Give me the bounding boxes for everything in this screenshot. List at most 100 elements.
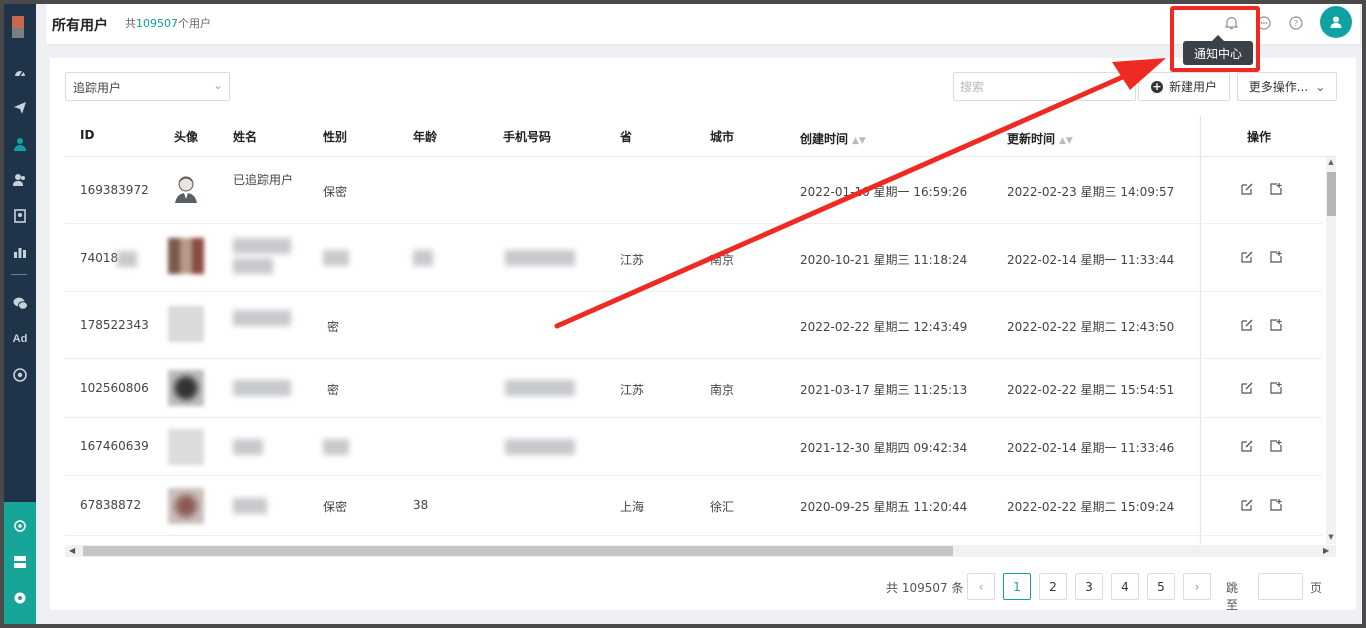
- sidebar-divider: [11, 274, 27, 275]
- avatar: [168, 306, 204, 342]
- add-to-group-icon[interactable]: [1269, 250, 1283, 267]
- next-page-button[interactable]: ›: [1183, 573, 1211, 600]
- chart-icon[interactable]: [4, 240, 36, 264]
- cell-updated: 2022-02-23 星期三 14:09:57: [1007, 185, 1175, 199]
- redacted-text: [117, 251, 137, 267]
- vertical-scrollbar[interactable]: ▲ ▼: [1326, 157, 1336, 544]
- edit-icon[interactable]: [1240, 250, 1254, 267]
- chevron-down-icon: ⌄: [1315, 79, 1326, 94]
- scroll-right-icon[interactable]: ▶: [1323, 546, 1329, 555]
- cell-id: 167460639: [80, 439, 149, 453]
- scroll-down-icon[interactable]: ▼: [1326, 533, 1336, 541]
- redacted-gender: [323, 250, 349, 266]
- col-header-age: 年龄: [413, 130, 438, 144]
- sidebar: Ad: [4, 4, 36, 624]
- col-header-province: 省: [620, 130, 633, 144]
- table-row[interactable]: 102560806 密 江苏 南京 2021-03-17 星期三 11:25:1…: [65, 359, 1322, 418]
- settings-icon[interactable]: [4, 586, 36, 610]
- redacted-name: [233, 258, 273, 274]
- table-row[interactable]: 167460639 2021-12-30 星期四 09:42:34 2022-0…: [65, 418, 1322, 476]
- col-header-name: 姓名: [233, 130, 258, 144]
- page-button[interactable]: 5: [1147, 573, 1175, 600]
- scroll-left-icon[interactable]: ◀: [69, 546, 75, 555]
- edit-icon[interactable]: [1240, 439, 1254, 456]
- page-button[interactable]: 2: [1039, 573, 1067, 600]
- cell-id: 178522343: [80, 318, 149, 332]
- add-to-group-icon[interactable]: [1269, 182, 1283, 199]
- table-row[interactable]: 67838872 保密 38 上海 徐汇 2020-09-25 星期五 11:2…: [65, 476, 1322, 536]
- add-to-group-icon[interactable]: [1269, 498, 1283, 515]
- table-row[interactable]: 169383972 已追踪用户 保密 2022-01-10 星期一 16:59:…: [65, 157, 1322, 224]
- redacted-phone: [505, 439, 575, 455]
- cell-id: 102560806: [80, 381, 149, 395]
- search-input[interactable]: [953, 72, 1136, 101]
- send-icon[interactable]: [4, 96, 36, 120]
- cell-created: 2022-02-22 星期二 12:43:49: [800, 320, 968, 334]
- cell-gender: 密: [327, 320, 340, 334]
- cell-name: 已追踪用户: [233, 173, 294, 187]
- dashboard-icon[interactable]: [4, 60, 36, 84]
- prev-page-button[interactable]: ‹: [967, 573, 995, 600]
- redacted-gender: [323, 439, 349, 455]
- user-icon[interactable]: [4, 132, 36, 156]
- scroll-up-icon[interactable]: ▲: [1326, 158, 1336, 166]
- jump-page-input[interactable]: [1258, 573, 1303, 600]
- cell-city: 徐汇: [710, 500, 735, 514]
- avatar: [168, 488, 204, 524]
- redacted-name: [233, 380, 291, 396]
- cell-age: 38: [413, 498, 429, 512]
- user-count-suffix: 个用户: [178, 17, 211, 30]
- col-header-created[interactable]: 创建时间 ▲▼: [800, 130, 866, 147]
- edit-icon[interactable]: [1240, 498, 1254, 515]
- user-filter-select[interactable]: 追踪用户 ⌄: [65, 72, 230, 101]
- edit-icon[interactable]: [1240, 182, 1254, 199]
- col-header-gender: 性别: [323, 130, 348, 144]
- cell-province: 上海: [620, 500, 645, 514]
- server-icon[interactable]: [4, 550, 36, 574]
- new-user-label: 新建用户: [1168, 80, 1217, 94]
- add-to-group-icon[interactable]: [1269, 439, 1283, 456]
- sort-icon[interactable]: ▲▼: [1059, 136, 1073, 146]
- sidebar-bottom: [4, 502, 36, 624]
- page-button[interactable]: 4: [1111, 573, 1139, 600]
- user-avatar-icon[interactable]: [1320, 6, 1352, 38]
- page-button[interactable]: 1: [1003, 573, 1031, 600]
- redacted-name: [233, 310, 291, 326]
- user-count-prefix: 共: [125, 17, 136, 30]
- add-to-group-icon[interactable]: [1269, 318, 1283, 335]
- users-icon[interactable]: [4, 168, 36, 192]
- sync-icon[interactable]: [4, 514, 36, 538]
- user-count-value: 109507: [136, 17, 178, 30]
- edit-icon[interactable]: [1240, 381, 1254, 398]
- cell-city: 南京: [710, 383, 735, 397]
- cell-id: 67838872: [80, 498, 142, 512]
- cell-gender: 保密: [323, 500, 348, 514]
- target-icon[interactable]: [4, 363, 36, 387]
- scrollbar-thumb[interactable]: [1327, 172, 1336, 216]
- more-actions-button[interactable]: 更多操作... ⌄: [1237, 72, 1337, 101]
- wechat-icon[interactable]: [4, 291, 36, 315]
- edit-icon[interactable]: [1240, 318, 1254, 335]
- cell-province: 江苏: [620, 383, 645, 397]
- table-row[interactable]: 178522343 密 2022-02-22 星期二 12:43:49 2022…: [65, 292, 1322, 359]
- more-actions-label: 更多操作...: [1248, 80, 1309, 94]
- cell-id: 74018: [80, 251, 119, 265]
- sort-icon[interactable]: ▲▼: [852, 136, 866, 146]
- redacted-age: [413, 250, 433, 266]
- scrollbar-thumb[interactable]: [83, 546, 953, 556]
- page-title: 所有用户: [52, 18, 108, 34]
- cell-id: 169383972: [80, 183, 149, 197]
- horizontal-scrollbar[interactable]: ◀ ▶: [65, 545, 1336, 557]
- table-header: ID 头像 姓名 性别 年龄 手机号码 省 城市 创建时间 ▲▼ 更新时间 ▲▼ 操…: [65, 116, 1336, 157]
- new-user-button[interactable]: + 新建用户: [1138, 72, 1230, 101]
- page-button[interactable]: 3: [1075, 573, 1103, 600]
- bookmark-icon[interactable]: [4, 204, 36, 228]
- col-header-updated[interactable]: 更新时间 ▲▼: [1007, 130, 1073, 147]
- col-header-updated-label: 更新时间: [1007, 132, 1056, 146]
- ad-icon[interactable]: Ad: [4, 327, 36, 351]
- cell-created: 2020-10-21 星期三 11:18:24: [800, 253, 968, 267]
- help-icon[interactable]: ?: [1286, 13, 1306, 33]
- add-to-group-icon[interactable]: [1269, 381, 1283, 398]
- col-header-id[interactable]: ID: [80, 128, 94, 142]
- table-row[interactable]: 74018 江苏 南京 2020-10-21 星期三 11:18:24 2022…: [65, 224, 1322, 292]
